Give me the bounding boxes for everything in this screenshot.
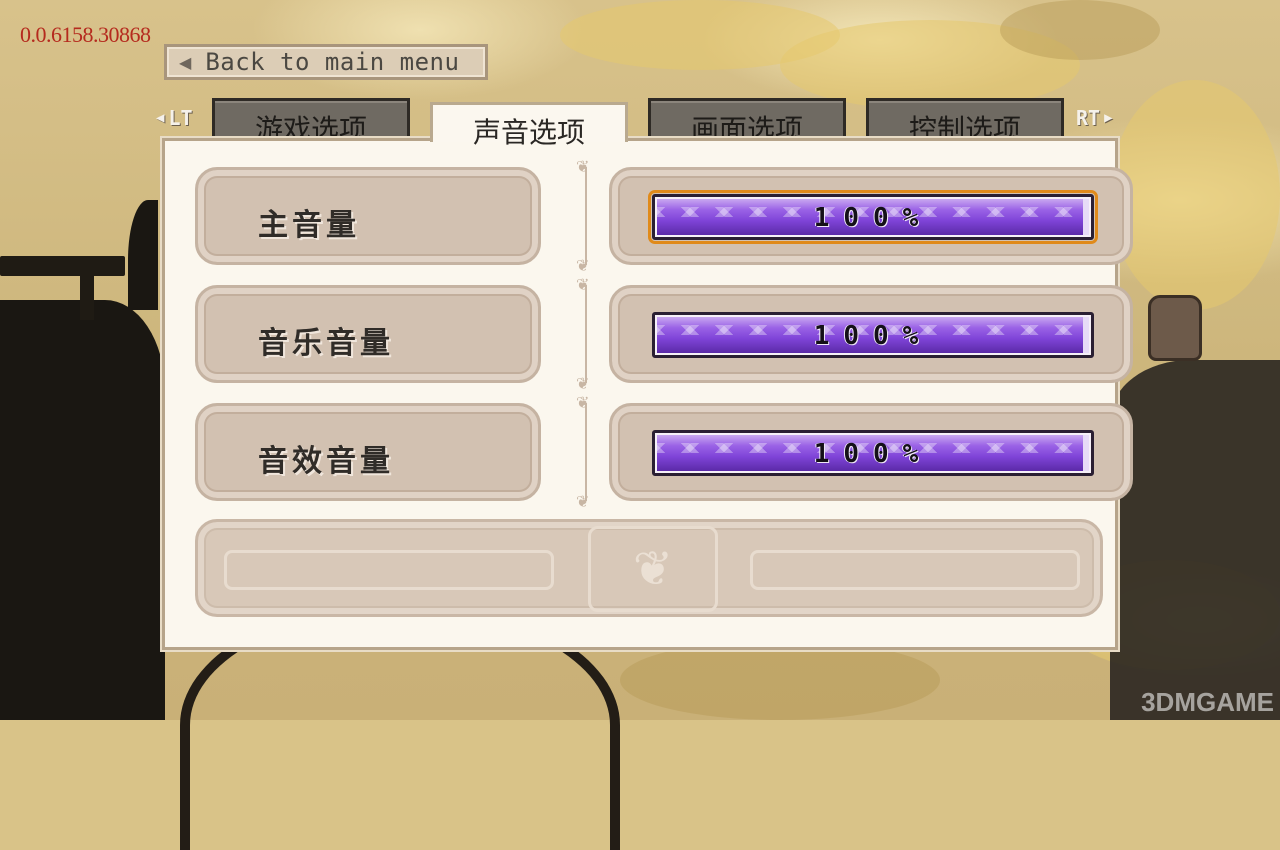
crest-ornament-icon: ❦ xyxy=(588,526,718,612)
divider xyxy=(576,275,589,393)
music-volume-slider[interactable]: 100% xyxy=(652,312,1094,358)
slider-value: 100% xyxy=(813,203,933,233)
bench-post xyxy=(80,270,94,320)
slider-value: 100% xyxy=(813,321,933,351)
tab-graphics-options[interactable]: 画面选项 xyxy=(648,98,846,146)
setting-label-box: 主音量 xyxy=(195,167,541,265)
tab-label: 声音选项 xyxy=(472,115,585,149)
divider xyxy=(576,157,589,275)
arrow-left-icon: ◀ xyxy=(156,110,165,126)
version-label: 0.0.6158.30868 xyxy=(20,22,151,47)
slider-value: 100% xyxy=(813,439,933,469)
setting-row-music-volume: 音乐音量 100% xyxy=(195,275,1133,393)
watermark: 3DMGAME xyxy=(1141,687,1274,717)
slider-box: 100% xyxy=(609,403,1133,501)
divider xyxy=(576,393,589,511)
setting-row-sfx-volume: 音效音量 100% xyxy=(195,393,1133,511)
tab-sound-options[interactable]: 声音选项 xyxy=(430,102,628,149)
sfx-volume-slider[interactable]: 100% xyxy=(652,430,1094,476)
lantern-icon xyxy=(1148,295,1202,361)
setting-label: 主音量 xyxy=(258,208,360,243)
setting-label-box: 音效音量 xyxy=(195,403,541,501)
cloud xyxy=(1110,80,1280,310)
lt-label: LT xyxy=(168,106,193,130)
rt-label: RT xyxy=(1076,106,1101,130)
cliff-silhouette xyxy=(0,300,165,720)
bench-silhouette xyxy=(0,256,125,276)
master-volume-slider[interactable]: 100% xyxy=(648,190,1098,244)
back-to-main-menu-button[interactable]: ◀ Back to main menu xyxy=(164,44,488,80)
cloud xyxy=(1000,0,1160,60)
back-button-label: Back to main menu xyxy=(205,48,460,76)
slider-box: 100% xyxy=(609,167,1133,265)
ornament-line xyxy=(224,550,554,590)
rt-shoulder-button[interactable]: RT ▶ xyxy=(1076,106,1113,130)
tab-game-options[interactable]: 游戏选项 xyxy=(212,98,410,146)
cloud xyxy=(620,640,940,720)
slider-box: 100% xyxy=(609,285,1133,383)
ornament-line xyxy=(750,550,1080,590)
setting-label: 音效音量 xyxy=(258,444,394,479)
setting-label-box: 音乐音量 xyxy=(195,285,541,383)
decorative-footer: ❦ xyxy=(195,519,1103,617)
setting-row-master-volume: 主音量 100% xyxy=(195,157,1133,275)
tab-control-options[interactable]: 控制选项 xyxy=(866,98,1064,146)
lt-shoulder-button[interactable]: ◀ LT xyxy=(156,106,193,130)
rock-silhouette xyxy=(1110,360,1280,720)
arrow-right-icon: ▶ xyxy=(1104,110,1113,126)
setting-label: 音乐音量 xyxy=(258,326,394,361)
back-arrow-icon: ◀ xyxy=(179,52,192,72)
settings-panel: 主音量 100% 音乐音量 100% 音效音量 xyxy=(162,138,1133,650)
